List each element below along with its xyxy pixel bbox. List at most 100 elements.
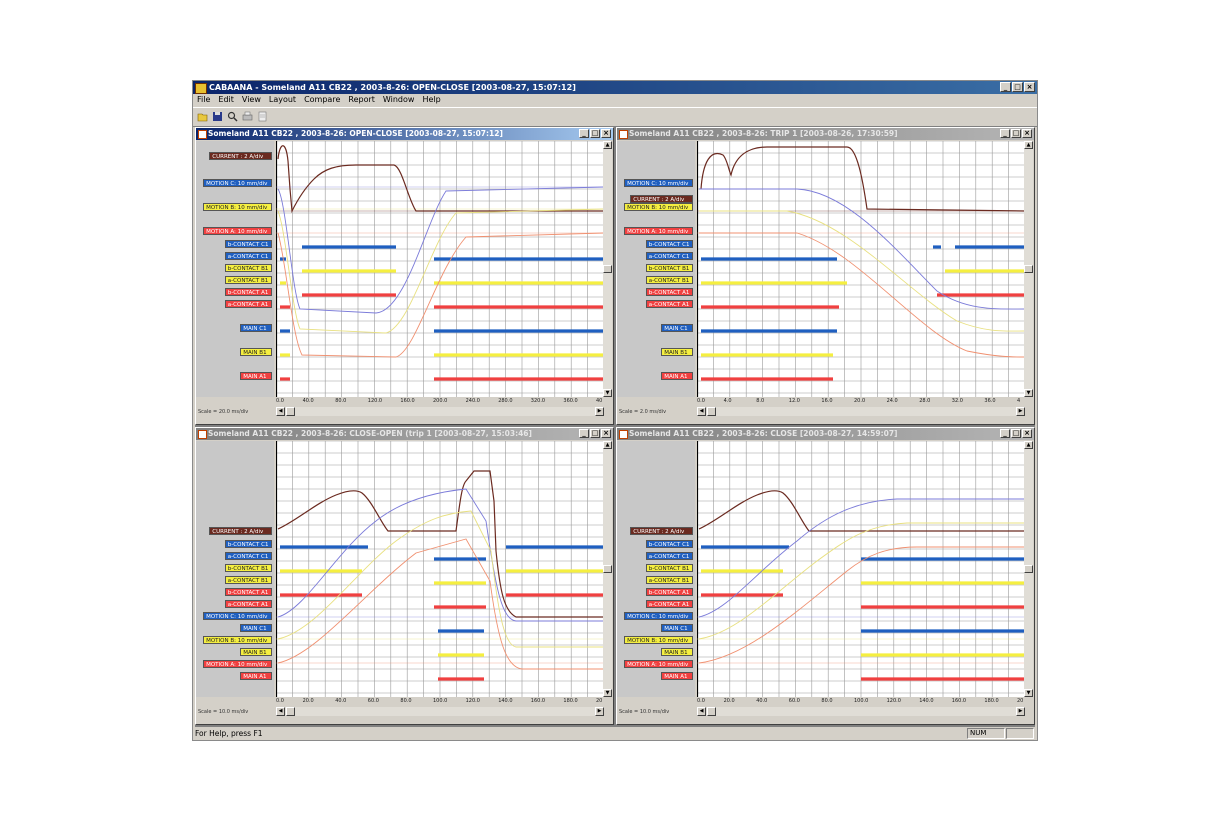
channel-label[interactable]: b-CONTACT A1 [224, 288, 272, 296]
zoom-icon[interactable] [227, 111, 238, 122]
channel-label[interactable]: b-CONTACT C1 [224, 540, 272, 548]
scroll-thumb[interactable] [286, 707, 295, 716]
minimize-icon[interactable]: _ [579, 429, 589, 438]
channel-label[interactable]: MOTION C: 10 mm/div [624, 179, 693, 187]
window-title-bar[interactable]: Someland A11 CB22 , 2003-8-26: CLOSE-OPE… [196, 428, 613, 440]
channel-label[interactable]: MOTION B: 10 mm/div [624, 203, 693, 211]
channel-label[interactable]: a-CONTACT C1 [645, 252, 693, 260]
close-icon[interactable]: × [1022, 429, 1032, 438]
close-icon[interactable]: × [1022, 129, 1032, 138]
channel-label[interactable]: b-CONTACT B1 [645, 564, 693, 572]
channel-label[interactable]: b-CONTACT B1 [224, 564, 272, 572]
waveform-plot[interactable] [275, 440, 605, 697]
window-title-bar[interactable]: Someland A11 CB22 , 2003-8-26: TRIP 1 [2… [617, 128, 1034, 140]
scroll-up-icon[interactable]: ▲ [603, 441, 612, 449]
channel-label[interactable]: MOTION A: 10 mm/div [203, 660, 272, 668]
menu-compare[interactable]: Compare [300, 94, 344, 106]
channel-label[interactable]: CURRENT : 2 A/div [209, 152, 272, 160]
channel-label[interactable]: a-CONTACT B1 [224, 276, 272, 284]
plot-area[interactable] [696, 440, 1026, 697]
channel-label[interactable]: MOTION B: 10 mm/div [203, 203, 272, 211]
vertical-scrollbar[interactable]: ▲ ▼ [1024, 141, 1033, 397]
menu-view[interactable]: View [238, 94, 265, 106]
scroll-thumb[interactable] [286, 407, 295, 416]
channel-label[interactable]: b-CONTACT C1 [645, 540, 693, 548]
maximize-icon[interactable]: □ [1011, 429, 1021, 438]
channel-label[interactable]: MOTION A: 10 mm/div [624, 227, 693, 235]
channel-label[interactable]: a-CONTACT C1 [645, 552, 693, 560]
scroll-thumb[interactable] [1024, 565, 1033, 573]
channel-label[interactable]: MOTION C: 10 mm/div [203, 612, 272, 620]
waveform-plot[interactable] [696, 440, 1026, 697]
scroll-down-icon[interactable]: ▼ [1024, 689, 1033, 697]
plot-area[interactable] [275, 440, 605, 697]
scroll-left-icon[interactable]: ◀ [697, 707, 706, 716]
channel-label[interactable]: MAIN B1 [240, 348, 272, 356]
maximize-icon[interactable]: □ [1012, 82, 1023, 92]
channel-label[interactable]: MOTION B: 10 mm/div [624, 636, 693, 644]
menu-report[interactable]: Report [344, 94, 379, 106]
scroll-up-icon[interactable]: ▲ [1024, 441, 1033, 449]
chart-window[interactable]: Someland A11 CB22 , 2003-8-26: CLOSE [20… [616, 427, 1035, 725]
close-icon[interactable]: × [601, 129, 611, 138]
scroll-left-icon[interactable]: ◀ [276, 407, 285, 416]
chart-window[interactable]: Someland A11 CB22 , 2003-8-26: CLOSE-OPE… [195, 427, 614, 725]
scroll-down-icon[interactable]: ▼ [1024, 389, 1033, 397]
maximize-icon[interactable]: □ [1011, 129, 1021, 138]
channel-label[interactable]: MAIN B1 [240, 648, 272, 656]
channel-label[interactable]: CURRENT : 2 A/div [209, 527, 272, 535]
open-icon[interactable] [197, 111, 208, 122]
channel-label[interactable]: a-CONTACT C1 [224, 552, 272, 560]
scroll-right-icon[interactable]: ▶ [595, 707, 604, 716]
maximize-icon[interactable]: □ [590, 129, 600, 138]
scroll-up-icon[interactable]: ▲ [603, 141, 612, 149]
channel-label[interactable]: MAIN B1 [661, 648, 693, 656]
save-icon[interactable] [212, 111, 223, 122]
channel-label[interactable]: MOTION C: 10 mm/div [624, 612, 693, 620]
print-preview-icon[interactable] [257, 111, 268, 122]
horizontal-scrollbar[interactable]: ◀ ▶ [276, 407, 604, 416]
channel-label[interactable]: b-CONTACT C1 [645, 240, 693, 248]
scroll-down-icon[interactable]: ▼ [603, 689, 612, 697]
scroll-thumb[interactable] [1024, 265, 1033, 273]
scroll-thumb[interactable] [603, 265, 612, 273]
channel-label[interactable]: b-CONTACT A1 [224, 588, 272, 596]
channel-label[interactable]: MAIN A1 [661, 672, 693, 680]
channel-label[interactable]: MOTION B: 10 mm/div [203, 636, 272, 644]
maximize-icon[interactable]: □ [590, 429, 600, 438]
vertical-scrollbar[interactable]: ▲ ▼ [1024, 441, 1033, 697]
horizontal-scrollbar[interactable]: ◀ ▶ [697, 707, 1025, 716]
channel-label[interactable]: MAIN C1 [240, 324, 272, 332]
channel-label[interactable]: MAIN B1 [661, 348, 693, 356]
scroll-right-icon[interactable]: ▶ [1016, 707, 1025, 716]
chart-window[interactable]: Someland A11 CB22 , 2003-8-26: OPEN-CLOS… [195, 127, 614, 425]
window-title-bar[interactable]: Someland A11 CB22 , 2003-8-26: CLOSE [20… [617, 428, 1034, 440]
minimize-icon[interactable]: _ [579, 129, 589, 138]
menu-help[interactable]: Help [418, 94, 444, 106]
plot-area[interactable] [275, 140, 605, 397]
window-title-bar[interactable]: Someland A11 CB22 , 2003-8-26: OPEN-CLOS… [196, 128, 613, 140]
channel-label[interactable]: a-CONTACT B1 [645, 576, 693, 584]
print-icon[interactable] [242, 111, 253, 122]
horizontal-scrollbar[interactable]: ◀ ▶ [697, 407, 1025, 416]
channel-label[interactable]: a-CONTACT B1 [224, 576, 272, 584]
channel-label[interactable]: MOTION A: 10 mm/div [203, 227, 272, 235]
channel-label[interactable]: MAIN A1 [661, 372, 693, 380]
scroll-down-icon[interactable]: ▼ [603, 389, 612, 397]
menu-file[interactable]: File [193, 94, 214, 106]
channel-label[interactable]: b-CONTACT B1 [645, 264, 693, 272]
channel-label[interactable]: b-CONTACT A1 [645, 588, 693, 596]
menu-edit[interactable]: Edit [214, 94, 238, 106]
channel-label[interactable]: CURRENT : 2 A/div [630, 527, 693, 535]
chart-window[interactable]: Someland A11 CB22 , 2003-8-26: TRIP 1 [2… [616, 127, 1035, 425]
channel-label[interactable]: MAIN C1 [661, 324, 693, 332]
channel-label[interactable]: CURRENT : 2 A/div [630, 195, 693, 203]
close-icon[interactable]: × [601, 429, 611, 438]
channel-label[interactable]: MAIN C1 [661, 624, 693, 632]
channel-label[interactable]: a-CONTACT C1 [224, 252, 272, 260]
minimize-icon[interactable]: _ [1000, 429, 1010, 438]
scroll-thumb[interactable] [707, 407, 716, 416]
channel-label[interactable]: MOTION C: 10 mm/div [203, 179, 272, 187]
channel-label[interactable]: MOTION A: 10 mm/div [624, 660, 693, 668]
scroll-right-icon[interactable]: ▶ [1016, 407, 1025, 416]
